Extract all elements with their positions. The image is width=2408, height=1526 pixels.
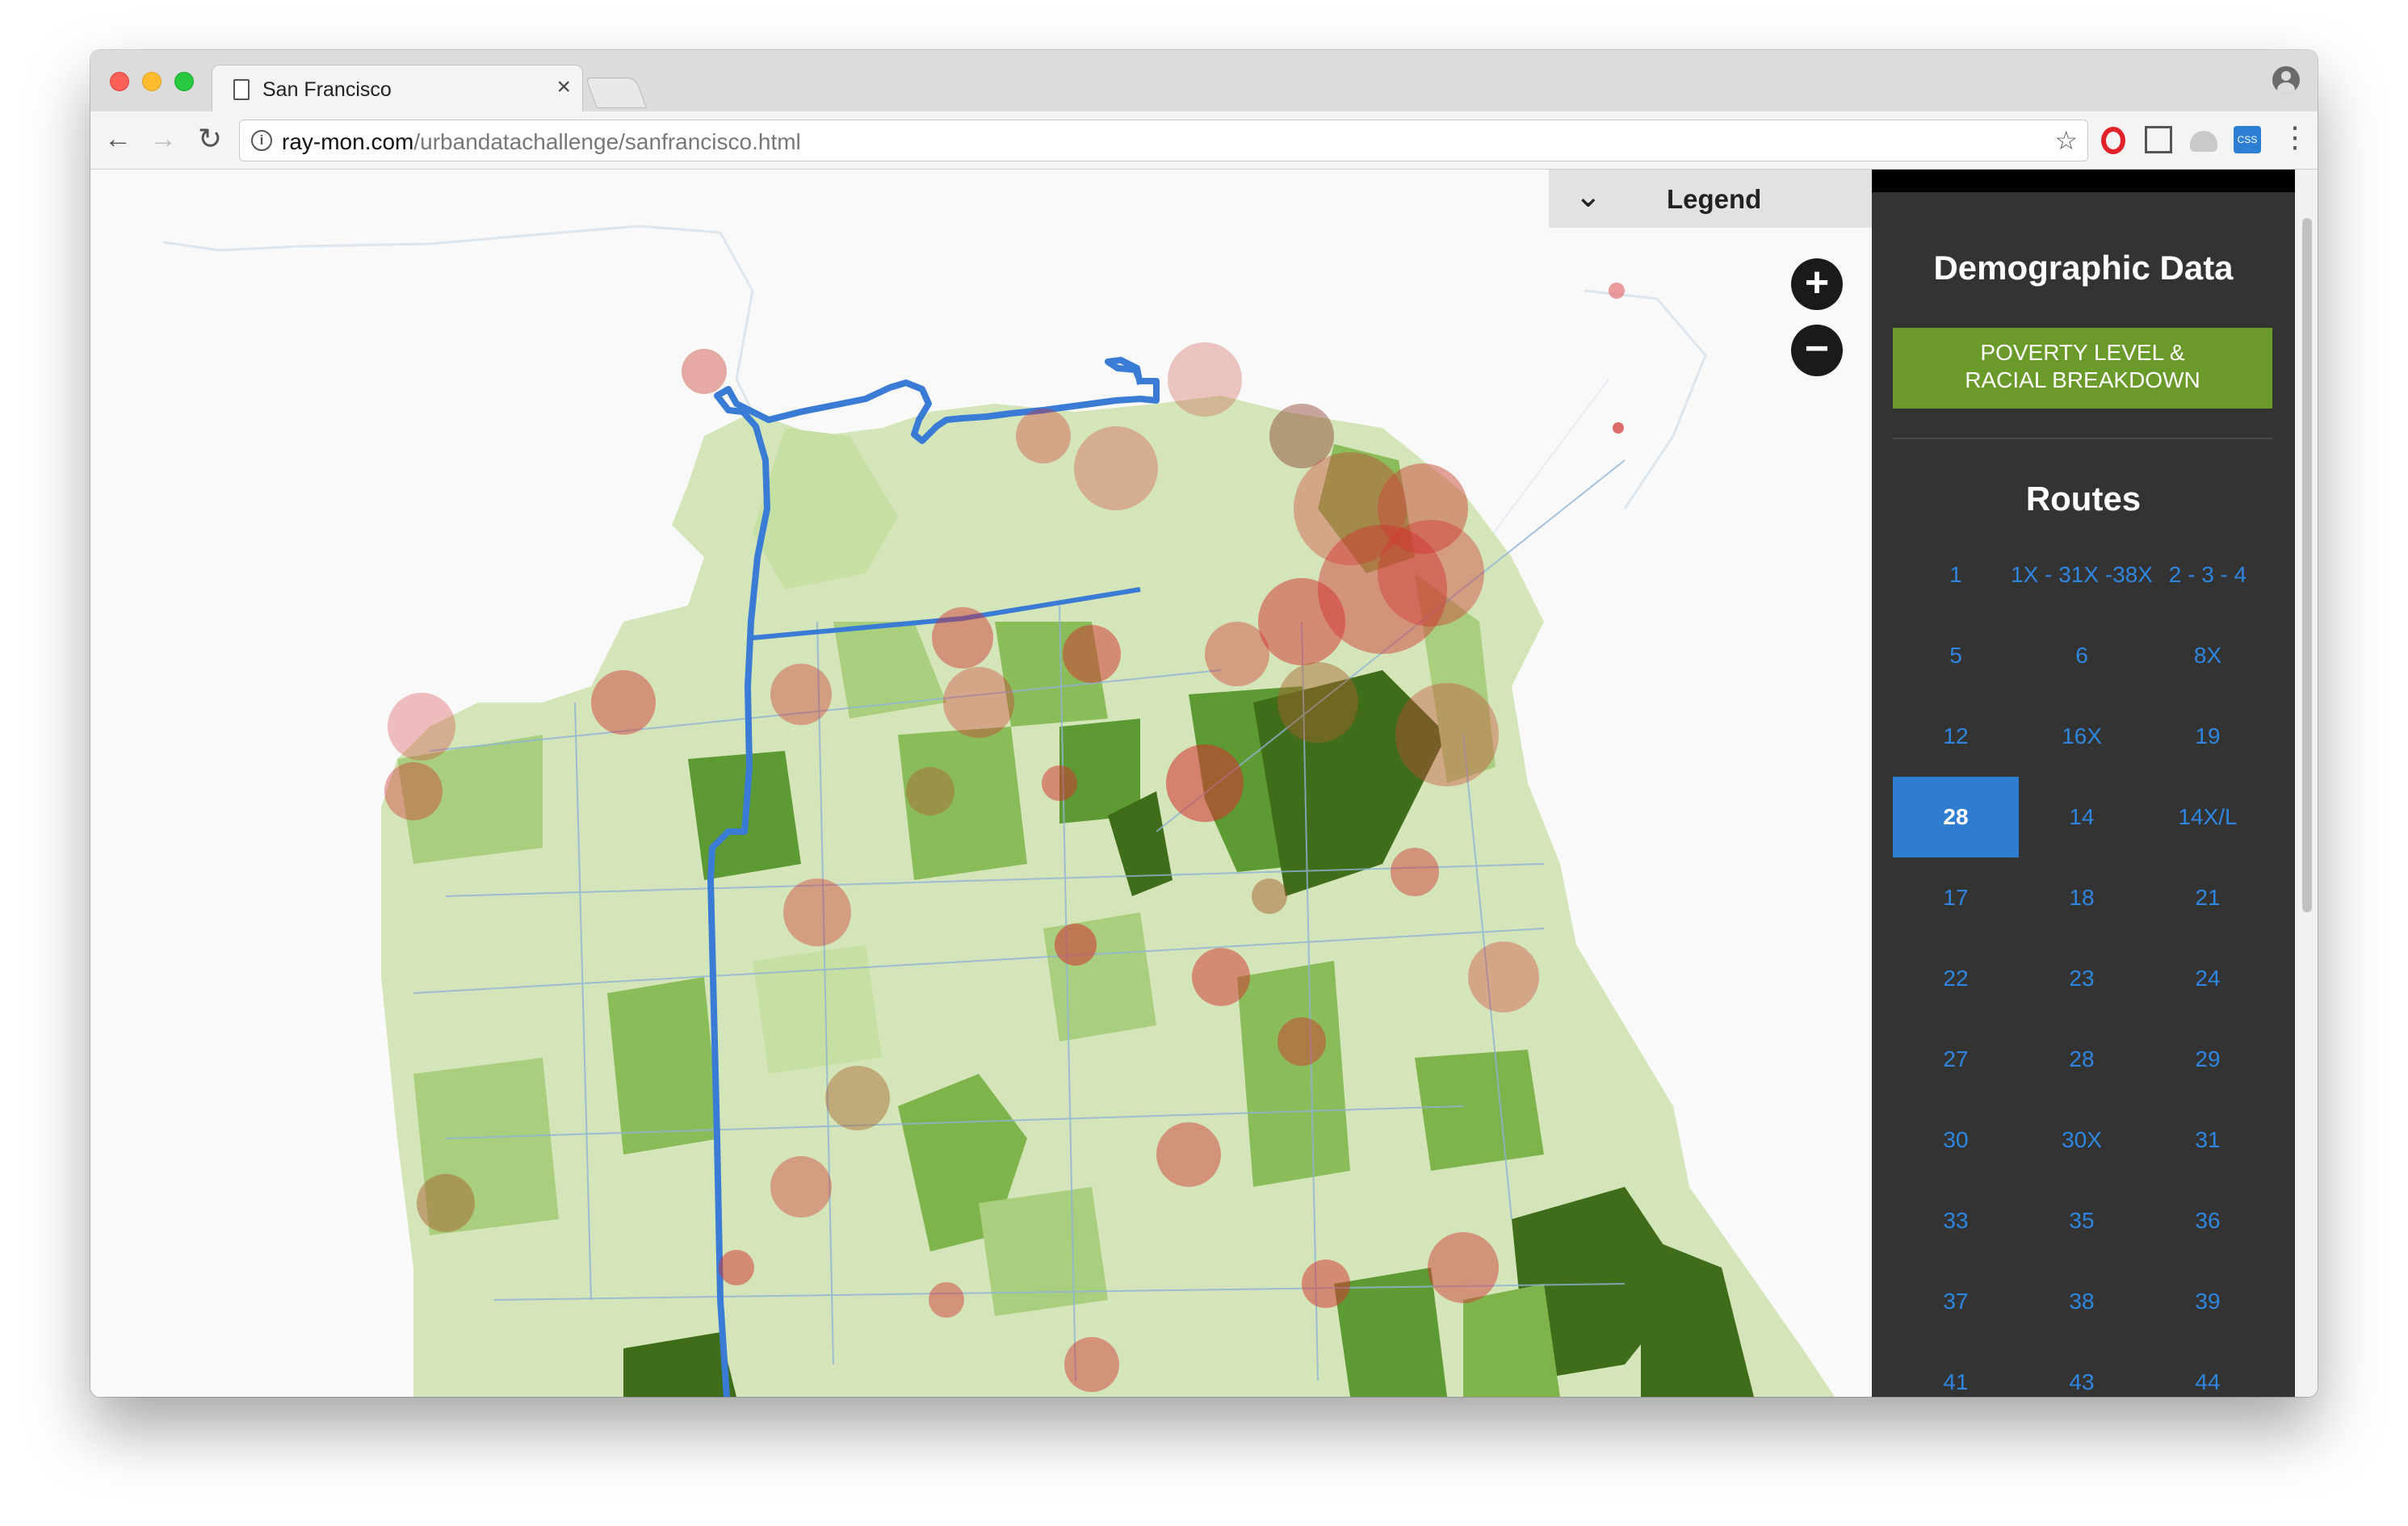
route-item[interactable]: 1 [1893, 535, 2019, 615]
route-item[interactable]: 17 [1893, 857, 2019, 938]
routes-title: Routes [2025, 480, 2142, 518]
route-item[interactable]: 35 [2019, 1180, 2145, 1261]
profile-icon[interactable] [2272, 66, 2300, 94]
route-item[interactable]: 39 [2145, 1261, 2271, 1342]
url-path: /urbandatachallenge/sanfrancisco.html [413, 129, 801, 154]
route-item[interactable]: 19 [2145, 696, 2271, 777]
route-item[interactable]: 22 [1893, 938, 2019, 1019]
route-item[interactable]: 44 [2145, 1342, 2271, 1397]
route-item[interactable]: 24 [2145, 938, 2271, 1019]
route-item[interactable]: 41 [1893, 1342, 2019, 1397]
route-item[interactable]: 28 [2019, 1019, 2145, 1100]
screenshot-extension-icon[interactable] [2145, 126, 2172, 153]
demographic-data-title: Demographic Data [1933, 249, 2234, 287]
route-item[interactable]: 16X [2019, 696, 2145, 777]
poverty-level-button[interactable]: POVERTY LEVEL & RACIAL BREAKDOWN [1893, 328, 2272, 409]
tab-bar: San Francisco × [90, 50, 2318, 111]
route-item[interactable]: 28 [1893, 777, 2019, 857]
route-item[interactable]: 33 [1893, 1180, 2019, 1261]
css-extension-icon[interactable]: CSS [2234, 126, 2261, 153]
reload-icon[interactable]: ↻ [194, 123, 226, 155]
page-scrollbar[interactable] [2295, 170, 2318, 1397]
route-item[interactable]: 8X [2145, 615, 2271, 696]
route-item[interactable]: 18 [2019, 857, 2145, 938]
route-item[interactable]: 27 [1893, 1019, 2019, 1100]
route-item[interactable]: 43 [2019, 1342, 2145, 1397]
forward-arrow-icon[interactable]: → [147, 123, 179, 155]
info-icon[interactable]: i [251, 130, 272, 151]
route-item[interactable]: 1X - 31X -38X [2011, 535, 2153, 615]
url-host: ray-mon.com [282, 129, 414, 154]
route-item[interactable]: 21 [2145, 857, 2271, 938]
zoom-in-button[interactable]: + [1791, 258, 1843, 310]
sidebar: Demographic Data POVERTY LEVEL & RACIAL … [1872, 170, 2295, 1397]
sidebar-divider [1893, 438, 2272, 439]
bookmark-star-icon[interactable]: ☆ [2054, 125, 2078, 156]
route-item[interactable]: 2 - 3 - 4 [2145, 535, 2271, 615]
route-item[interactable]: 14 [2019, 777, 2145, 857]
chevron-down-icon: ⌄ [1575, 178, 1602, 214]
browser-toolbar: ← → ↻ i ray-mon.com/urbandatachallenge/s… [90, 111, 2318, 170]
legend-label: Legend [1667, 184, 1762, 214]
tab-title: San Francisco [262, 78, 392, 101]
back-arrow-icon[interactable]: ← [102, 123, 134, 155]
route-grid: 1 1X - 31X -38X 2 - 3 - 4 5 6 8X 12 16X 19 28 14 14… [1893, 535, 2272, 1397]
route-item[interactable]: 6 [2019, 615, 2145, 696]
opera-extension-icon[interactable] [2101, 127, 2125, 154]
route-item[interactable]: 31 [2145, 1100, 2271, 1180]
route-item[interactable]: 12 [1893, 696, 2019, 777]
route-item[interactable]: 36 [2145, 1180, 2271, 1261]
route-item[interactable]: 14X/L [2145, 777, 2271, 857]
menu-kebab-icon[interactable]: ⋮ [2280, 121, 2309, 153]
route-item[interactable]: 30X [2019, 1100, 2145, 1180]
route-item[interactable]: 30 [1893, 1100, 2019, 1180]
close-window-button[interactable] [110, 72, 129, 91]
new-tab-button[interactable] [585, 78, 647, 108]
sf-map[interactable] [90, 170, 1872, 1397]
legend-toggle[interactable]: ⌄ Legend [1549, 170, 1872, 228]
browser-window: San Francisco × ← → ↻ i ray-mon.com/urba… [90, 50, 2318, 1397]
route-item[interactable]: 38 [2019, 1261, 2145, 1342]
page-viewport: ⌄ Legend + − Demographic Data POVERTY LE… [90, 170, 2318, 1397]
route-item[interactable]: 37 [1893, 1261, 2019, 1342]
document-icon [233, 79, 250, 100]
browser-tab[interactable]: San Francisco × [212, 65, 583, 111]
url-text[interactable]: ray-mon.com/urbandatachallenge/sanfranci… [282, 129, 801, 155]
route-item[interactable]: 23 [2019, 938, 2145, 1019]
cloud-extension-icon[interactable] [2190, 131, 2217, 152]
address-bar[interactable]: i ray-mon.com/urbandatachallenge/sanfran… [239, 119, 2088, 161]
sidebar-top-bar [1872, 170, 2295, 192]
zoom-out-button[interactable]: − [1791, 325, 1843, 376]
minimize-window-button[interactable] [142, 72, 162, 91]
tab-close-icon[interactable]: × [556, 75, 571, 99]
route-item[interactable]: 29 [2145, 1019, 2271, 1100]
scrollbar-thumb[interactable] [2302, 218, 2312, 912]
maximize-window-button[interactable] [174, 72, 194, 91]
route-item[interactable]: 5 [1893, 615, 2019, 696]
